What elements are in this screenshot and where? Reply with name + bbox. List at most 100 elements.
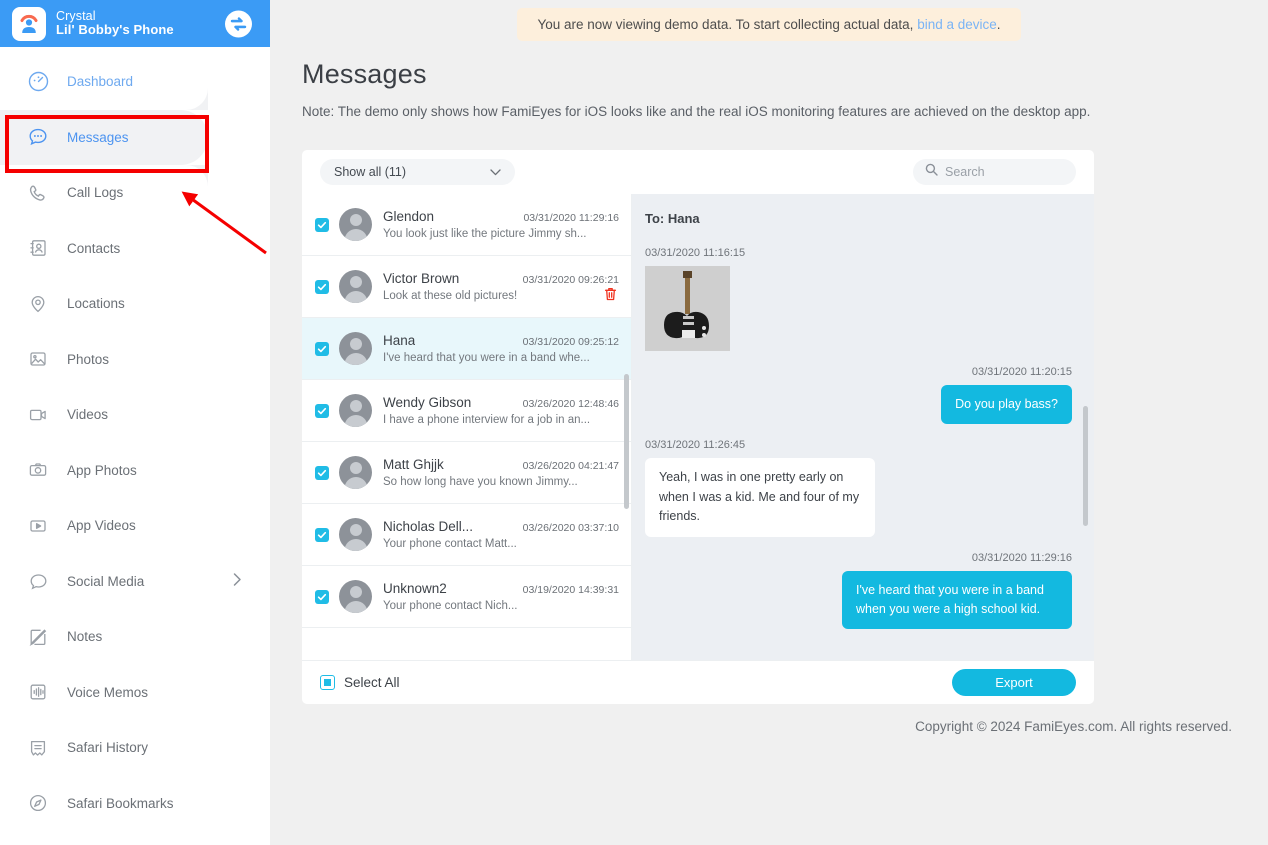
switch-device-icon[interactable]	[225, 10, 252, 37]
sidebar-item-label: App Videos	[67, 518, 136, 534]
sidebar-header: Crystal Lil' Bobby's Phone	[0, 0, 270, 47]
select-all-control[interactable]: Select All	[320, 675, 400, 690]
conversation-list-scrollbar[interactable]	[624, 374, 629, 509]
conversation-snippet: Your phone contact Nich...	[383, 600, 518, 612]
avatar	[339, 394, 372, 427]
sidebar-item-app-videos[interactable]: App Videos	[0, 498, 270, 554]
sidebar-item-label: Dashboard	[67, 74, 134, 90]
avatar	[339, 518, 372, 551]
conversation-checkbox[interactable]	[315, 589, 329, 604]
sidebar-item-label: Safari History	[67, 740, 149, 756]
message-image[interactable]	[645, 266, 730, 351]
message-timestamp: 03/31/2020 11:29:16	[971, 551, 1072, 564]
avatar	[339, 208, 372, 241]
sidebar-nav: Dashboard Messages Call Logs Contacts Lo…	[0, 47, 270, 831]
message-timestamp: 03/31/2020 11:20:15	[971, 366, 1072, 378]
conversation-list-item[interactable]: Matt Ghjjk 03/26/2020 04:21:47 So how long…	[302, 442, 631, 504]
delete-icon[interactable]	[604, 287, 617, 306]
message-timestamp: 03/31/2020 11:26:45	[645, 439, 746, 452]
conversation-list-item[interactable]: Wendy Gibson 03/26/2020 12:48:46 I have a …	[302, 380, 631, 442]
sidebar-item-safari-history[interactable]: Safari History	[0, 720, 270, 776]
avatar	[339, 332, 372, 365]
copyright-text: Copyright © 2024 FamiEyes.com. All right…	[915, 719, 1232, 734]
conversation-text: Victor Brown 03/31/2020 09:26:21 Look at t…	[383, 271, 621, 302]
sidebar-item-safari-bookmarks[interactable]: Safari Bookmarks	[0, 776, 270, 832]
conversation-header-row: Hana 03/31/2020 09:25:12	[383, 333, 621, 348]
sidebar-item-contacts[interactable]: Contacts	[0, 221, 270, 277]
avatar	[339, 270, 372, 303]
conversation-name: Victor Brown	[383, 271, 460, 286]
sidebar-item-call-logs[interactable]: Call Logs	[0, 165, 270, 221]
messages-icon	[26, 125, 50, 149]
message-bubble: Yeah, I was in one pretty early on when …	[645, 458, 875, 537]
conversation-name: Nicholas Dell...	[383, 519, 474, 534]
sidebar-item-dashboard[interactable]: Dashboard	[0, 54, 270, 110]
conversation-timestamp: 03/19/2020 14:39:31	[522, 584, 619, 596]
famieyes-logo-icon	[20, 14, 38, 33]
contacts-icon	[26, 236, 50, 260]
sidebar-item-label: Messages	[67, 129, 129, 145]
conversation-timestamp: 03/31/2020 09:26:21	[522, 274, 619, 286]
waveform-icon	[26, 680, 50, 704]
bind-device-link[interactable]: bind a device	[917, 17, 997, 32]
conversation-checkbox[interactable]	[315, 279, 329, 294]
search-box[interactable]	[913, 159, 1076, 185]
conversation-checkbox[interactable]	[315, 465, 329, 480]
conversation-checkbox[interactable]	[315, 341, 329, 356]
conversation-list-item[interactable]: Unknown2 03/19/2020 14:39:31 Your phone co…	[302, 566, 631, 628]
conversation-list-item[interactable]: Hana 03/31/2020 09:25:12 I've heard that y…	[302, 318, 631, 380]
card-footer: Select All Export	[302, 660, 1094, 704]
select-all-checkbox[interactable]	[320, 675, 335, 690]
conversation-timestamp: 03/26/2020 04:21:47	[522, 460, 619, 472]
conversation-checkbox[interactable]	[315, 527, 329, 542]
conversation-list[interactable]: Glendon 03/31/2020 11:29:16 You look just …	[302, 194, 632, 660]
chat-bubble-icon	[26, 569, 50, 593]
conversation-snippet: I've heard that you were in a band whe..…	[383, 352, 590, 364]
device-owner: Crystal	[56, 8, 96, 23]
search-input[interactable]	[945, 165, 1060, 179]
bookmark-ribbon-icon	[26, 736, 50, 760]
page-note: Note: The demo only shows how FamiEyes f…	[302, 104, 1091, 119]
message-block: 03/31/2020 11:29:16 I've heard that you w…	[645, 552, 1072, 630]
sidebar-item-photos[interactable]: Photos	[0, 332, 270, 388]
conversation-checkbox[interactable]	[315, 217, 329, 232]
sidebar-item-locations[interactable]: Locations	[0, 276, 270, 332]
sidebar-item-app-photos[interactable]: App Photos	[0, 443, 270, 499]
conversation-header-row: Matt Ghjjk 03/26/2020 04:21:47	[383, 457, 621, 472]
message-bubble: Do you play bass?	[941, 385, 1072, 425]
sidebar-item-label: Call Logs	[67, 185, 124, 201]
conversation-list-item[interactable]: Victor Brown 03/31/2020 09:26:21 Look at t…	[302, 256, 631, 318]
sidebar-item-social-media[interactable]: Social Media	[0, 554, 270, 610]
conversation-text: Glendon 03/31/2020 11:29:16 You look just …	[383, 209, 621, 240]
sidebar-item-videos[interactable]: Videos	[0, 387, 270, 443]
sidebar-item-notes[interactable]: Notes	[0, 609, 270, 665]
conversation-list-item[interactable]: Nicholas Dell... 03/26/2020 03:37:10 Your …	[302, 504, 631, 566]
chevron-right-icon	[233, 573, 242, 590]
conversation-header-row: Glendon 03/31/2020 11:29:16	[383, 209, 621, 224]
conversation-snippet: Your phone contact Matt...	[383, 538, 517, 550]
message-block: 03/31/2020 11:26:45 Yeah, I was in one pr…	[645, 439, 1072, 537]
phone-icon	[26, 181, 50, 205]
conversation-timestamp: 03/26/2020 12:48:46	[522, 398, 619, 410]
conversation-detail: To: Hana 03/31/2020 11:16:15 03/31/2020 1…	[632, 194, 1094, 660]
avatar	[339, 456, 372, 489]
conversation-list-item[interactable]: Glendon 03/31/2020 11:29:16 You look just …	[302, 194, 631, 256]
banner-text-after: .	[996, 17, 1001, 32]
camera-icon	[26, 458, 50, 482]
message-bubble: I've heard that you were in a band when …	[842, 570, 1072, 630]
sidebar-item-messages[interactable]: Messages	[0, 87, 208, 187]
message-timestamp: 03/31/2020 11:16:15	[645, 247, 746, 259]
conversation-checkbox[interactable]	[315, 403, 329, 418]
page-title: Messages	[302, 59, 427, 89]
banner-text: You are now viewing demo data. To start …	[537, 17, 914, 32]
export-button[interactable]: Export	[952, 669, 1076, 696]
message-block: 03/31/2020 11:20:15 Do you play bass?	[645, 366, 1072, 425]
sidebar-item-voice-memos[interactable]: Voice Memos	[0, 665, 270, 721]
device-name: Lil' Bobby's Phone	[56, 22, 174, 38]
conversation-snippet: Look at these old pictures!	[383, 290, 518, 302]
conversation-detail-scrollbar[interactable]	[1083, 406, 1088, 526]
messages-card: Show all (11) Glendon 03/31/2020 11:29:16…	[302, 150, 1094, 704]
conversation-header-row: Nicholas Dell... 03/26/2020 03:37:10	[383, 519, 621, 534]
avatar	[339, 580, 372, 613]
filter-dropdown[interactable]: Show all (11)	[320, 159, 515, 185]
